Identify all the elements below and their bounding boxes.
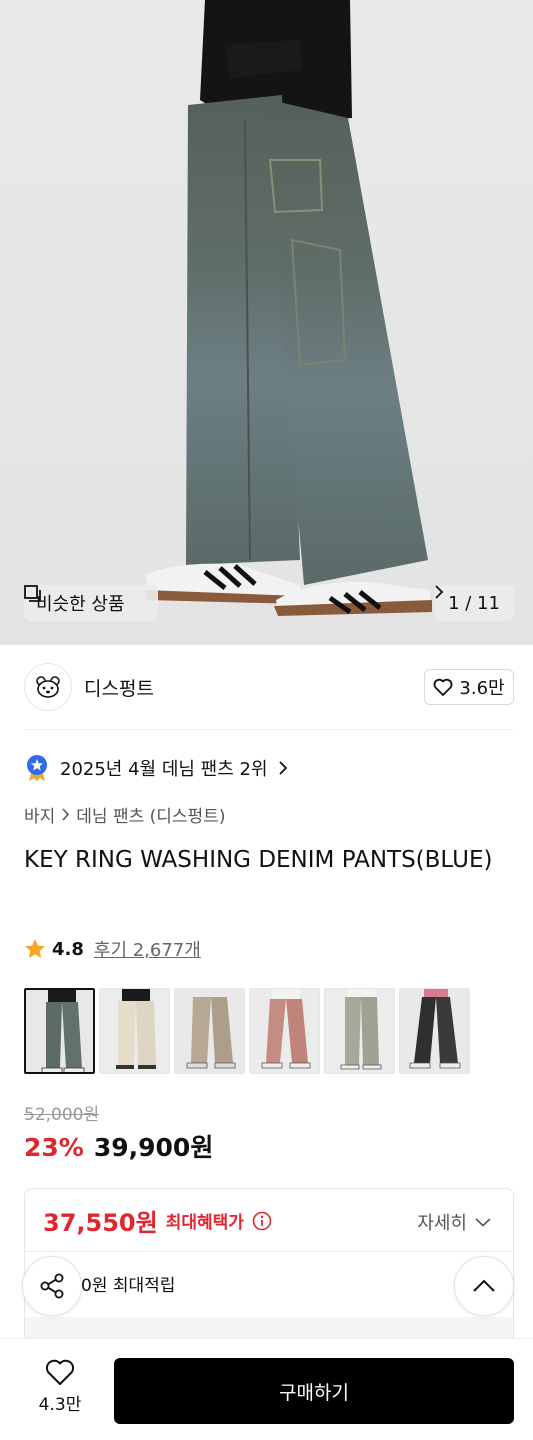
max-benefit-price-row: 37,550원 최대혜택가 xyxy=(43,1203,272,1238)
benefit-detail-toggle[interactable]: 자세히 xyxy=(417,1209,491,1235)
wishlist-count: 4.3만 xyxy=(38,1395,82,1415)
similar-products-button[interactable]: 비슷한 상품 xyxy=(24,585,158,621)
scroll-top-button[interactable] xyxy=(454,1256,514,1316)
shop-row: 디스펑트 3.6만 xyxy=(24,662,514,712)
thumbnail-image xyxy=(325,989,394,1073)
thumbnail-image xyxy=(250,989,319,1073)
max-points: 0원 최대적립 xyxy=(81,1276,176,1296)
original-price: 52,000원 xyxy=(24,1105,100,1125)
chevron-right-icon xyxy=(62,808,70,821)
buy-button[interactable]: 구매하기 xyxy=(114,1358,514,1424)
chevron-right-icon xyxy=(278,761,287,775)
image-pager-count: 1 / 11 xyxy=(448,592,500,614)
thumbnail-image xyxy=(400,989,469,1073)
shop-like-button[interactable]: 3.6만 xyxy=(424,669,514,705)
product-title: KEY RING WASHING DENIM PANTS(BLUE) xyxy=(24,847,493,873)
bear-logo-icon xyxy=(36,676,60,698)
color-option-blue[interactable] xyxy=(24,988,95,1074)
benefit-detail-label: 자세히 xyxy=(417,1213,467,1234)
color-option-pink[interactable] xyxy=(249,988,320,1074)
product-hero-image[interactable]: 비슷한 상품 1 / 11 xyxy=(0,0,533,645)
ranking-text: 2025년 4월 데님 팬츠 2위 xyxy=(60,759,268,780)
product-photo xyxy=(145,0,432,616)
breadcrumb: 바지 데님 팬츠 (디스펑트) xyxy=(24,802,225,827)
review-count-link[interactable]: 후기 2,677개 xyxy=(94,936,201,962)
shop-like-count: 3.6만 xyxy=(459,678,505,699)
info-icon[interactable] xyxy=(252,1211,272,1231)
shop-name[interactable]: 디스펑트 xyxy=(84,674,154,701)
divider xyxy=(24,729,514,730)
color-option-beige[interactable] xyxy=(174,988,245,1074)
max-benefit-label: 최대혜택가 xyxy=(165,1213,244,1233)
breadcrumb-subcategory[interactable]: 데님 팬츠 (디스펑트) xyxy=(76,802,225,827)
share-button[interactable] xyxy=(22,1256,82,1316)
color-option-grey[interactable] xyxy=(324,988,395,1074)
color-options xyxy=(24,988,470,1074)
breadcrumb-category[interactable]: 바지 xyxy=(24,802,55,827)
max-benefit-price: 37,550원 xyxy=(43,1209,158,1237)
sale-price-row: 23% 39,900원 xyxy=(24,1128,213,1164)
wishlist-button[interactable]: 4.3만 xyxy=(30,1359,90,1415)
thumbnail-image xyxy=(100,989,169,1073)
copy-icon xyxy=(24,585,41,602)
rating-score: 4.8 xyxy=(52,938,84,960)
thumbnail-image xyxy=(26,990,93,1072)
divider xyxy=(25,1251,513,1252)
star-icon xyxy=(25,939,45,958)
image-pager[interactable]: 1 / 11 xyxy=(434,585,514,621)
benefit-box: 37,550원 최대혜택가 자세히 0원 최대적립 xyxy=(24,1188,514,1358)
share-icon xyxy=(40,1273,64,1299)
discount-rate: 23% xyxy=(24,1133,84,1162)
heart-icon xyxy=(45,1359,75,1385)
bottom-action-bar: 4.3만 구매하기 xyxy=(0,1338,533,1440)
sale-price: 39,900원 xyxy=(93,1133,214,1162)
color-option-ivory[interactable] xyxy=(99,988,170,1074)
chevron-down-icon xyxy=(475,1218,491,1227)
thumbnail-image xyxy=(175,989,244,1073)
shop-logo[interactable] xyxy=(24,663,72,711)
chevron-up-icon xyxy=(473,1279,495,1292)
ranking-link[interactable]: 2025년 4월 데님 팬츠 2위 xyxy=(24,754,288,782)
chevron-right-icon xyxy=(435,585,444,599)
rating-row: 4.8 후기 2,677개 xyxy=(24,936,201,962)
heart-icon xyxy=(433,678,453,696)
similar-products-label: 비슷한 상품 xyxy=(36,594,125,615)
color-option-black[interactable] xyxy=(399,988,470,1074)
medal-icon xyxy=(27,755,47,781)
